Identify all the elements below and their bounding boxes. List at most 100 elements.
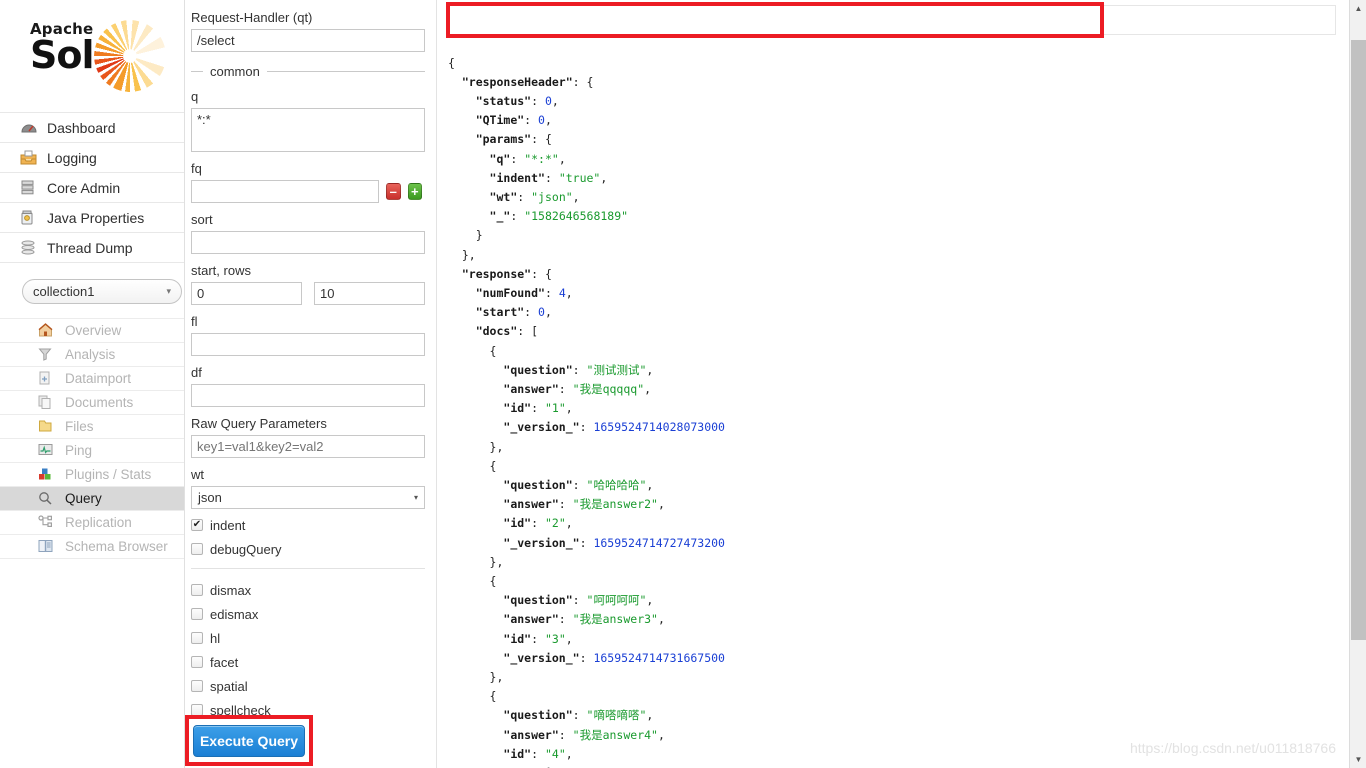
checkbox-edismax[interactable]: edismax <box>191 602 422 626</box>
checkbox-facet-box[interactable] <box>191 656 203 668</box>
checkbox-dismax[interactable]: dismax <box>191 578 422 602</box>
checkbox-indent-box[interactable] <box>191 519 203 531</box>
fq-add-icon[interactable]: + <box>407 183 422 200</box>
checkbox-dismax-box[interactable] <box>191 584 203 596</box>
common-legend: common <box>191 64 425 79</box>
sort-input[interactable] <box>191 231 425 254</box>
sidebar-item-files[interactable]: Files <box>0 415 184 439</box>
nav-label: Core Admin <box>47 179 121 196</box>
sidebar-item-label: Overview <box>65 323 122 338</box>
checkbox-hl-box[interactable] <box>191 632 203 644</box>
sidebar-item-replication[interactable]: Replication <box>0 511 184 535</box>
execute-query-button[interactable]: Execute Query <box>193 724 305 757</box>
nav-item-dashboard[interactable]: Dashboard <box>0 113 184 143</box>
sidebar-item-label: Plugins / Stats <box>65 467 152 482</box>
raw-query-params-input[interactable] <box>191 435 425 458</box>
java-properties-jar-icon <box>20 210 40 226</box>
q-textarea[interactable]: *:* <box>191 108 425 152</box>
checkbox-indent[interactable]: indent <box>191 513 422 537</box>
request-handler-input[interactable] <box>191 29 425 52</box>
sidebar-item-overview[interactable]: Overview <box>0 319 184 343</box>
nav-item-thread-dump[interactable]: Thread Dump <box>0 233 184 263</box>
fl-input[interactable] <box>191 333 425 356</box>
start-rows-row <box>191 282 425 305</box>
thread-dump-stack-icon <box>20 240 40 256</box>
legend-text: common <box>210 64 260 79</box>
logging-tray-icon <box>20 150 40 166</box>
sidebar-item-query[interactable]: Query <box>0 487 184 511</box>
core-selector-wrap: collection1 ▾ <box>0 263 184 312</box>
sidebar-item-label: Query <box>65 491 102 506</box>
solr-sun-logo-icon <box>94 20 166 92</box>
nav-item-java-properties[interactable]: Java Properties <box>0 203 184 233</box>
start-rows-label: start, rows <box>191 263 251 278</box>
fq-input[interactable] <box>191 180 379 203</box>
checkbox-edismax-box[interactable] <box>191 608 203 620</box>
q-label: q <box>191 89 199 104</box>
fl-label: fl <box>191 314 198 329</box>
sidebar-item-analysis[interactable]: Analysis <box>0 343 184 367</box>
legend-dash-left <box>191 71 203 72</box>
sidebar-item-schema-browser[interactable]: Schema Browser <box>0 535 184 559</box>
checkbox-facet[interactable]: facet <box>191 650 422 674</box>
sidebar-item-label: Dataimport <box>65 371 132 386</box>
vertical-scrollbar[interactable]: ▲ ▼ <box>1349 0 1366 768</box>
start-input[interactable] <box>191 282 302 305</box>
wt-select[interactable]: json ▾ <box>191 486 425 509</box>
checkbox-spatial[interactable]: spatial <box>191 674 422 698</box>
json-response-output: { "responseHeader": { "status": 0, "QTim… <box>448 55 725 768</box>
checkbox-debugquery-box[interactable] <box>191 543 203 555</box>
core-selector[interactable]: collection1 ▾ <box>22 279 182 304</box>
nav-item-core-admin[interactable]: Core Admin <box>0 173 184 203</box>
divider <box>191 568 425 569</box>
sidebar-item-ping[interactable]: Ping <box>0 439 184 463</box>
sidebar-item-plugins-stats[interactable]: Plugins / Stats <box>0 463 184 487</box>
checkbox-facet-label: facet <box>210 654 239 670</box>
main-navigation: Dashboard Logging Core Admin Java Proper… <box>0 112 184 263</box>
rows-input[interactable] <box>314 282 425 305</box>
checkbox-hl-label: hl <box>210 630 221 646</box>
execute-query-annotation: Execute Query <box>185 715 313 766</box>
fq-row: – + <box>191 180 422 203</box>
sidebar-item-label: Schema Browser <box>65 539 168 554</box>
fq-label: fq <box>191 161 202 176</box>
sidebar-item-label: Analysis <box>65 347 116 362</box>
solr-logo[interactable]: Apache Solr <box>0 0 184 112</box>
checkbox-debugquery[interactable]: debugQuery <box>191 537 422 561</box>
result-panel: ▾ http://:8900/solr/collection1/select?q… <box>438 0 1366 768</box>
plugins-blocks-icon <box>38 467 58 483</box>
watermark-text: https://blog.csdn.net/u011818766 <box>1129 740 1336 756</box>
df-input[interactable] <box>191 384 425 407</box>
sidebar: Apache Solr Dashboard Logging Core Admin… <box>0 0 185 768</box>
scroll-down-arrow-icon[interactable]: ▼ <box>1350 751 1366 768</box>
checkbox-dismax-label: dismax <box>210 582 252 598</box>
sidebar-item-dataimport[interactable]: Dataimport <box>0 367 184 391</box>
replication-nodes-icon <box>38 514 58 531</box>
documents-copy-icon <box>38 395 58 411</box>
fq-remove-icon[interactable]: – <box>386 183 401 200</box>
ping-monitor-icon <box>38 443 58 459</box>
sort-label: sort <box>191 212 213 227</box>
checkbox-spatial-box[interactable] <box>191 680 203 692</box>
nav-label: Thread Dump <box>47 239 133 256</box>
scrollbar-thumb[interactable] <box>1351 40 1366 640</box>
sidebar-item-documents[interactable]: Documents <box>0 391 184 415</box>
checkbox-hl[interactable]: hl <box>191 626 422 650</box>
overview-home-icon <box>38 322 58 339</box>
core-admin-server-icon <box>20 180 40 196</box>
scroll-up-arrow-icon[interactable]: ▲ <box>1350 0 1366 17</box>
core-selector-value: collection1 <box>33 284 95 299</box>
nav-item-logging[interactable]: Logging <box>0 143 184 173</box>
checkbox-debugquery-label: debugQuery <box>210 541 282 557</box>
checkbox-spatial-label: spatial <box>210 678 248 694</box>
query-magnifier-icon <box>38 491 58 507</box>
wt-label: wt <box>191 467 204 482</box>
checkbox-indent-label: indent <box>210 517 246 533</box>
raw-query-params-label: Raw Query Parameters <box>191 416 327 431</box>
solr-admin-page: Apache Solr Dashboard Logging Core Admin… <box>0 0 1366 768</box>
